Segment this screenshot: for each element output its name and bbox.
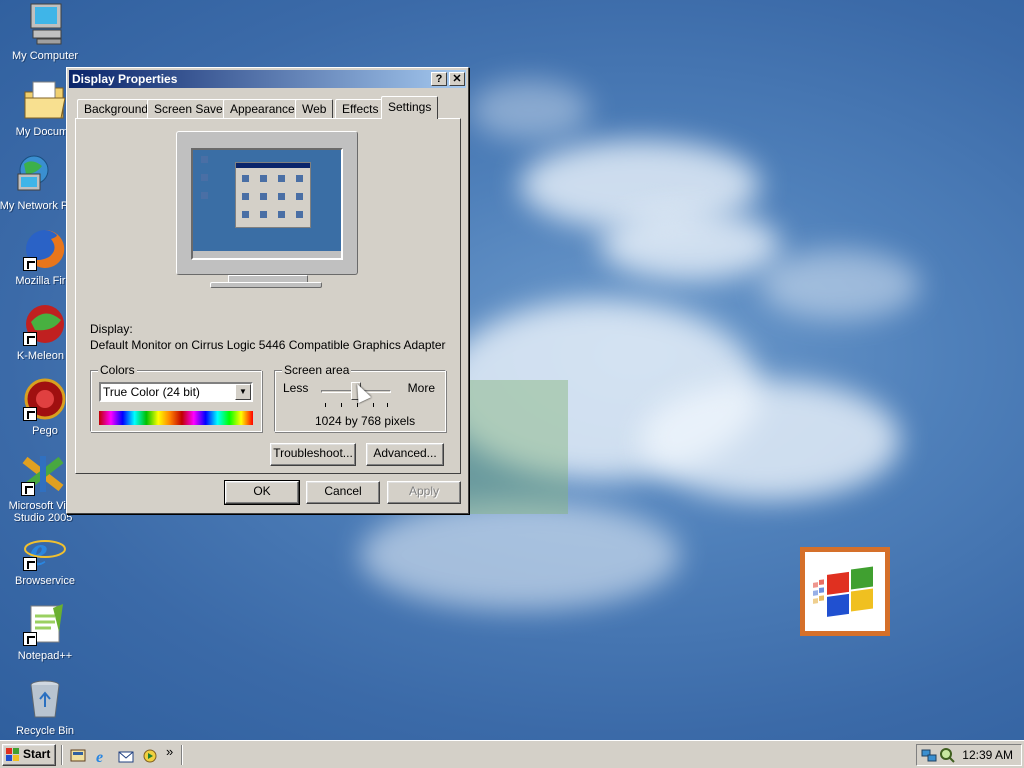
slider-more-label: More bbox=[407, 381, 435, 395]
tab-screen-saver[interactable]: Screen Saver bbox=[147, 99, 234, 118]
mini-desktop-icon bbox=[201, 174, 208, 181]
firefox-icon bbox=[23, 227, 67, 271]
monitor-screen bbox=[191, 148, 343, 260]
screen-area-group-title: Screen area bbox=[282, 363, 352, 377]
desktop-icon-label: My Computer bbox=[11, 50, 79, 62]
taskbar-clock[interactable]: 12:39 AM bbox=[962, 748, 1013, 762]
desktop-icon-browservice[interactable]: e Browservice bbox=[0, 527, 90, 587]
desktop-icon-label: Recycle Bin bbox=[15, 725, 75, 737]
tab-appearance[interactable]: Appearance bbox=[223, 99, 302, 118]
slider-tick bbox=[325, 403, 326, 407]
advanced-button[interactable]: Advanced... bbox=[366, 443, 444, 466]
slider-tick bbox=[357, 403, 358, 407]
colors-dropdown-value: True Color (24 bit) bbox=[103, 385, 200, 399]
start-label: Start bbox=[23, 747, 51, 761]
cloud bbox=[600, 210, 780, 280]
desktop-icon-recycle-bin[interactable]: Recycle Bin bbox=[0, 677, 90, 737]
desktop-icon-label: Notepad++ bbox=[17, 650, 73, 662]
slider-tick bbox=[341, 403, 342, 407]
mini-desktop-icon bbox=[201, 192, 208, 199]
shortcut-arrow-icon bbox=[21, 482, 35, 496]
start-button[interactable]: Start bbox=[2, 744, 56, 766]
shortcut-arrow-icon bbox=[23, 257, 37, 271]
shortcut-arrow-icon bbox=[23, 407, 37, 421]
internet-explorer-icon[interactable]: e bbox=[94, 748, 110, 766]
media-player-icon[interactable] bbox=[142, 748, 158, 764]
dialog-titlebar[interactable]: Display Properties ? ✕ bbox=[69, 70, 466, 88]
mini-taskbar bbox=[193, 251, 341, 258]
dialog-title: Display Properties bbox=[72, 72, 178, 86]
shortcut-arrow-icon bbox=[23, 557, 37, 571]
internet-explorer-icon: e bbox=[23, 527, 67, 575]
monitor-preview bbox=[176, 131, 358, 288]
display-adapter-value: Default Monitor on Cirrus Logic 5446 Com… bbox=[90, 338, 446, 352]
slider-less-label: Less bbox=[283, 381, 309, 395]
taskbar-separator bbox=[61, 745, 63, 765]
taskbar-separator bbox=[181, 745, 183, 765]
show-desktop-icon[interactable] bbox=[70, 748, 86, 764]
svg-text:e: e bbox=[96, 749, 103, 764]
windows-logo-tile bbox=[800, 547, 890, 636]
chevron-down-icon[interactable]: ▼ bbox=[235, 384, 251, 400]
windows-flag-icon bbox=[6, 748, 20, 762]
pego-icon bbox=[23, 377, 67, 421]
visual-studio-icon bbox=[21, 452, 65, 496]
close-button[interactable]: ✕ bbox=[449, 72, 465, 86]
troubleshoot-button[interactable]: Troubleshoot... bbox=[270, 443, 356, 466]
shortcut-arrow-icon bbox=[23, 632, 37, 646]
colors-group-title: Colors bbox=[98, 363, 137, 377]
slider-tick bbox=[373, 403, 374, 407]
network-icon[interactable] bbox=[921, 747, 937, 763]
magnifier-icon[interactable] bbox=[939, 747, 955, 763]
shortcut-arrow-icon bbox=[23, 332, 37, 346]
colors-group: Colors True Color (24 bit) ▼ bbox=[90, 363, 262, 432]
cloud bbox=[360, 500, 680, 610]
k-meleon-icon bbox=[23, 302, 67, 346]
recycle-bin-icon bbox=[23, 677, 67, 721]
cancel-button[interactable]: Cancel bbox=[306, 481, 380, 504]
help-button[interactable]: ? bbox=[431, 72, 447, 86]
desktop-icon-notepad-plus-plus[interactable]: Notepad++ bbox=[0, 602, 90, 662]
taskbar: Start e » 12:39 AM bbox=[0, 740, 1024, 768]
tab-effects[interactable]: Effects bbox=[335, 99, 386, 118]
cloud bbox=[470, 80, 590, 140]
desktop-icon-my-computer[interactable]: My Computer bbox=[0, 2, 90, 62]
colors-dropdown[interactable]: True Color (24 bit) ▼ bbox=[99, 382, 253, 402]
mini-desktop-icon bbox=[201, 156, 208, 163]
ok-button[interactable]: OK bbox=[224, 480, 300, 505]
monitor-bezel bbox=[176, 131, 358, 275]
display-label: Display: bbox=[90, 322, 133, 336]
color-spectrum-bar bbox=[99, 411, 253, 425]
cloud bbox=[760, 250, 920, 320]
my-computer-icon bbox=[23, 2, 67, 46]
resolution-value: 1024 by 768 pixels bbox=[315, 414, 416, 428]
cloud bbox=[640, 380, 900, 500]
apply-button[interactable]: Apply bbox=[387, 481, 461, 504]
desktop-icon-label: Browservice bbox=[15, 575, 75, 587]
settings-panel: Display: Default Monitor on Cirrus Logic… bbox=[75, 118, 461, 474]
wallpaper-patch bbox=[468, 380, 568, 514]
system-tray: 12:39 AM bbox=[916, 744, 1022, 766]
quicklaunch-more-chevron-icon[interactable]: » bbox=[166, 744, 173, 759]
my-network-places-icon bbox=[12, 152, 56, 196]
outlook-express-icon[interactable] bbox=[118, 748, 134, 764]
monitor-stand bbox=[210, 282, 322, 288]
my-documents-icon bbox=[23, 78, 67, 122]
slider-tick bbox=[387, 403, 388, 407]
display-properties-dialog: Display Properties ? ✕ Background Screen… bbox=[66, 67, 469, 514]
notepad-plus-plus-icon bbox=[23, 602, 67, 646]
tab-web[interactable]: Web bbox=[295, 99, 334, 118]
tab-settings[interactable]: Settings bbox=[381, 96, 439, 119]
tab-background[interactable]: Background bbox=[77, 99, 156, 118]
mini-window bbox=[235, 162, 311, 228]
